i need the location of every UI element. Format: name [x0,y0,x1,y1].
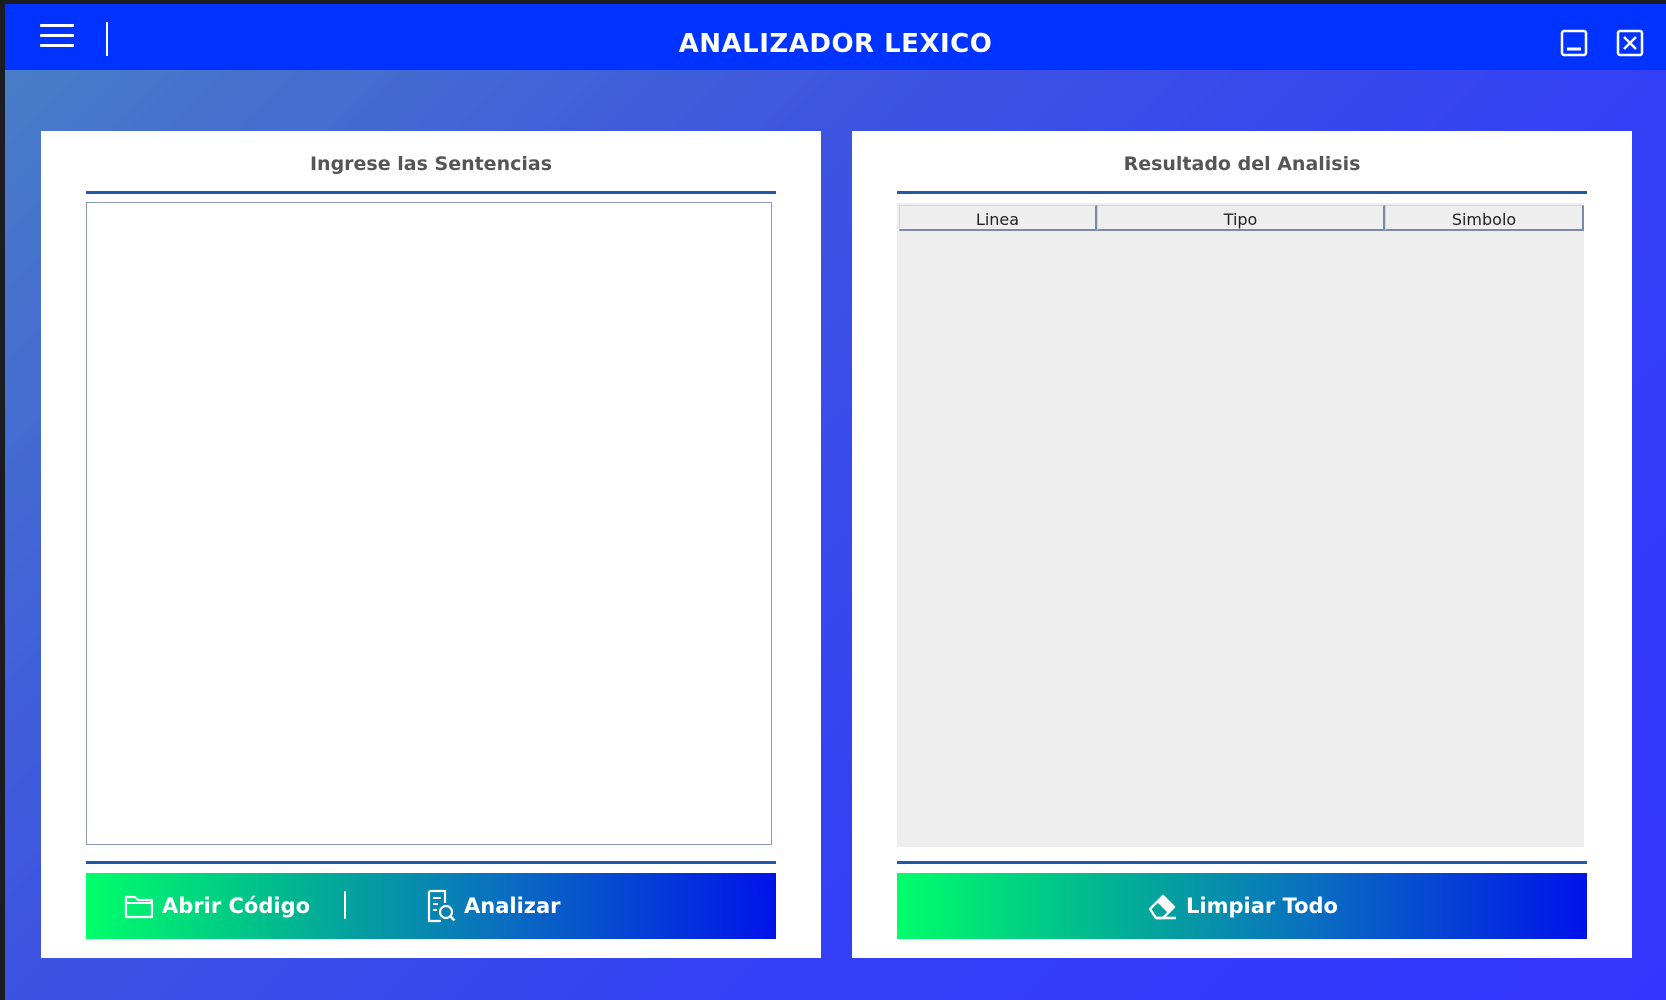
table-header: Linea Tipo Simbolo [899,205,1584,231]
button-separator [344,891,346,919]
analyze-button[interactable]: Analizar [426,873,561,939]
divider [897,861,1587,864]
open-code-label: Abrir Código [162,894,311,918]
column-header-simbolo[interactable]: Simbolo [1385,205,1584,231]
window-title: ANALIZADOR LEXICO [678,29,993,59]
clear-all-label: Limpiar Todo [1186,894,1338,918]
divider [897,191,1587,194]
eraser-icon [1148,894,1177,920]
code-editor[interactable] [86,202,772,845]
folder-icon [124,895,154,919]
result-panel: Resultado del Analisis Linea Tipo Simbol… [852,131,1632,958]
analyze-label: Analizar [464,894,561,918]
clear-all-button[interactable]: Limpiar Todo [897,873,1587,939]
title-bar: ANALIZADOR LEXICO [5,4,1666,70]
app-window: ANALIZADOR LEXICO Ingrese las Sentencias [5,4,1666,1000]
right-button-bar: Limpiar Todo [897,873,1587,939]
close-icon[interactable] [1616,29,1644,57]
input-panel-title: Ingrese las Sentencias [309,153,553,175]
results-table[interactable]: Linea Tipo Simbolo [897,203,1584,847]
open-code-button[interactable]: Abrir Código [124,873,310,939]
hamburger-icon[interactable] [40,24,74,50]
divider [86,861,776,864]
column-header-tipo[interactable]: Tipo [1097,205,1385,231]
divider [86,191,776,194]
analyze-document-icon [427,889,456,923]
minimize-icon[interactable] [1560,29,1588,57]
input-panel: Ingrese las Sentencias Abrir Código Anal… [41,131,821,958]
result-panel-title: Resultado del Analisis [1123,153,1361,175]
column-header-linea[interactable]: Linea [899,205,1097,231]
left-button-bar: Abrir Código Analizar [86,873,776,939]
title-separator [106,22,108,56]
